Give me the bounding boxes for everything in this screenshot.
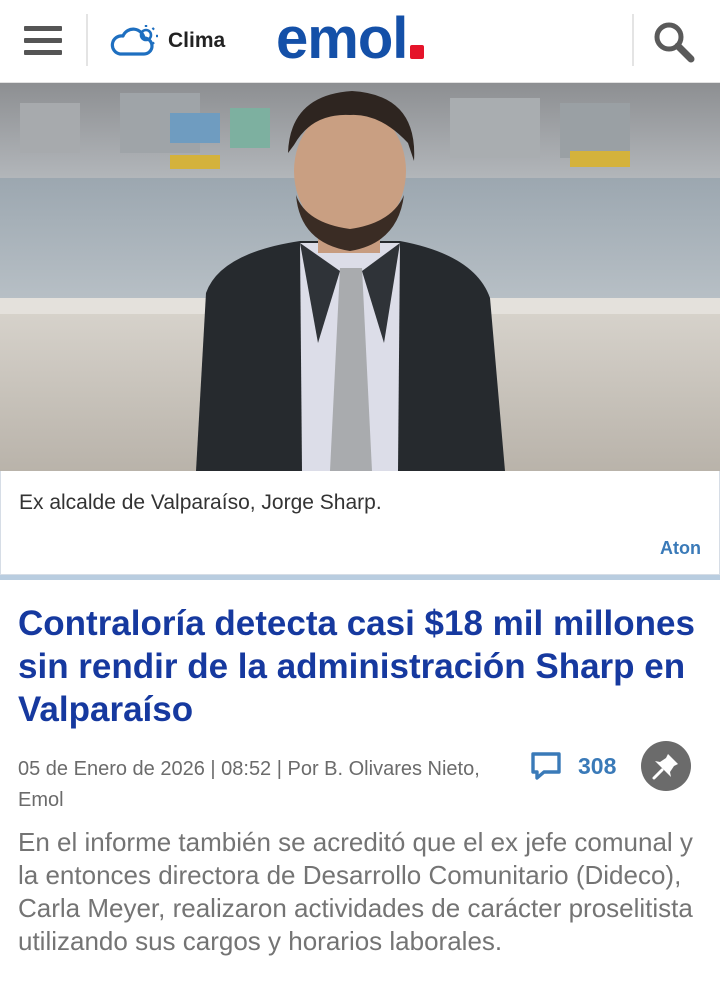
comment-count: 308 xyxy=(578,752,617,779)
emol-logo[interactable]: emol xyxy=(276,6,425,71)
article-headline: Contraloría detecta casi $18 mil millone… xyxy=(18,604,695,729)
weather-link[interactable]: Clima xyxy=(110,22,225,60)
article-photo xyxy=(0,83,720,471)
site-header: Clima emol xyxy=(0,0,720,83)
photo-caption: Ex alcalde de Valparaíso, Jorge Sharp. xyxy=(19,491,382,514)
search-icon[interactable] xyxy=(652,20,696,64)
weather-label: Clima xyxy=(168,29,226,52)
comments-link[interactable]: 308 xyxy=(530,750,616,782)
cloud-sun-icon xyxy=(110,25,158,56)
photo-caption-box: Ex alcalde de Valparaíso, Jorge Sharp. A… xyxy=(0,471,720,580)
header-divider xyxy=(86,14,88,66)
pushpin-icon xyxy=(652,754,678,780)
logo-text: emol xyxy=(276,6,408,71)
share-button[interactable] xyxy=(641,741,691,791)
photo-credit: Aton xyxy=(660,538,701,558)
logo-dot xyxy=(410,45,425,59)
comment-bubble-icon xyxy=(531,752,561,780)
article-lead: En el informe también se acreditó que el… xyxy=(18,827,693,956)
article-meta: 05 de Enero de 2026 | 08:52 | Por B. Oli… xyxy=(18,758,480,811)
hamburger-menu-icon[interactable] xyxy=(24,26,62,56)
header-divider xyxy=(632,14,634,66)
